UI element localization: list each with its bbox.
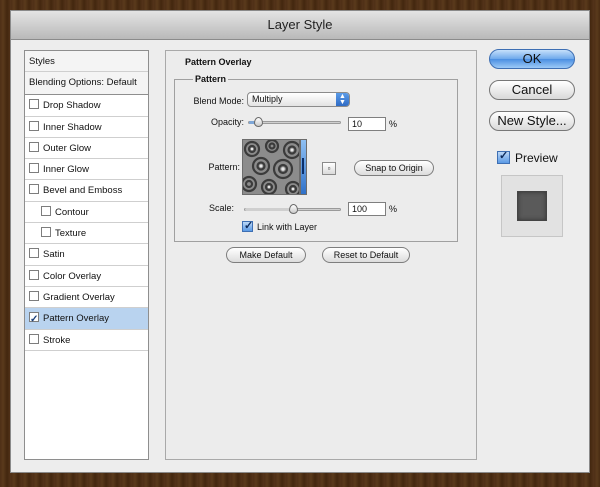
select-arrows-icon: ▲ ▼ — [336, 93, 349, 106]
style-checkbox[interactable] — [29, 99, 39, 110]
style-checkbox[interactable] — [41, 227, 51, 238]
style-checkbox[interactable] — [29, 309, 39, 330]
scale-label: Scale: — [208, 203, 234, 213]
style-item-satin[interactable]: Satin — [25, 244, 148, 266]
link-with-layer[interactable]: Link with Layer — [242, 219, 318, 232]
style-item-label: Contour — [55, 206, 89, 218]
style-item-inner-glow[interactable]: Inner Glow — [25, 159, 148, 181]
style-item-label: Pattern Overlay — [43, 313, 109, 325]
scale-slider-thumb[interactable] — [289, 204, 298, 214]
style-item-label: Inner Shadow — [43, 121, 102, 133]
preview-label: Preview — [515, 151, 558, 165]
opacity-input[interactable]: 10 — [348, 117, 386, 131]
style-item-color-overlay[interactable]: Color Overlay — [25, 266, 148, 287]
styles-header[interactable]: Styles — [25, 51, 148, 73]
scale-fill — [245, 208, 293, 211]
style-checkbox[interactable] — [29, 141, 39, 152]
create-preset-icon[interactable]: ▫ — [322, 162, 336, 175]
style-checkbox[interactable] — [29, 333, 39, 344]
scale-percent: % — [389, 204, 398, 214]
layer-style-dialog: Layer Style Styles Blending Options: Def… — [10, 10, 590, 473]
style-item-label: Gradient Overlay — [43, 291, 115, 303]
pattern-overlay-panel: Pattern Overlay Pattern Blend Mode: Mult… — [165, 50, 477, 460]
style-item-label: Stroke — [43, 334, 71, 346]
style-item-gradient-overlay[interactable]: Gradient Overlay — [25, 287, 148, 309]
style-item-label: Satin — [43, 249, 65, 261]
group-title: Pattern — [193, 74, 229, 84]
blending-options[interactable]: Blending Options: Default — [25, 72, 148, 96]
style-checkbox[interactable] — [29, 163, 39, 174]
style-item-inner-shadow[interactable]: Inner Shadow — [25, 117, 148, 138]
pattern-picker-dropdown[interactable] — [300, 139, 307, 195]
pattern-label: Pattern: — [208, 162, 240, 172]
opacity-slider-thumb[interactable] — [254, 117, 263, 127]
style-item-label: Inner Glow — [43, 164, 89, 176]
blend-mode-value: Multiply — [252, 94, 283, 104]
snap-to-origin-button[interactable]: Snap to Origin — [354, 160, 434, 176]
style-item-label: Texture — [55, 228, 87, 240]
opacity-slider[interactable] — [248, 117, 341, 127]
make-default-button[interactable]: Make Default — [226, 247, 306, 263]
style-item-contour[interactable]: Contour — [25, 202, 148, 224]
preview-toggle[interactable]: Preview — [497, 149, 558, 165]
link-checkbox[interactable] — [242, 219, 253, 232]
section-title: Pattern Overlay — [185, 57, 252, 67]
style-item-label: Color Overlay — [43, 270, 102, 282]
style-checkbox[interactable] — [29, 184, 39, 195]
link-label: Link with Layer — [257, 222, 318, 232]
style-item-label: Drop Shadow — [43, 100, 101, 112]
preview-swatch — [517, 191, 547, 221]
style-item-stroke[interactable]: Stroke — [25, 330, 148, 351]
style-item-label: Outer Glow — [43, 142, 92, 154]
pattern-preview — [243, 140, 299, 194]
scale-input[interactable]: 100 — [348, 202, 386, 216]
style-checkbox[interactable] — [29, 290, 39, 301]
style-checkbox[interactable] — [29, 248, 39, 259]
style-preview — [501, 175, 563, 237]
new-style-button[interactable]: New Style... — [489, 111, 575, 131]
style-checkbox[interactable] — [41, 205, 51, 216]
opacity-label: Opacity: — [210, 117, 244, 127]
style-checkbox[interactable] — [29, 120, 39, 131]
blend-mode-select[interactable]: Multiply ▲ ▼ — [247, 92, 350, 107]
style-item-outer-glow[interactable]: Outer Glow — [25, 138, 148, 160]
style-item-pattern-overlay[interactable]: Pattern Overlay — [25, 308, 148, 330]
styles-list: Styles Blending Options: Default Drop Sh… — [24, 50, 149, 460]
ok-button[interactable]: OK — [489, 49, 575, 69]
style-checkbox[interactable] — [29, 269, 39, 280]
style-item-texture[interactable]: Texture — [25, 223, 148, 245]
scale-slider[interactable] — [244, 204, 341, 214]
opacity-percent: % — [389, 119, 398, 129]
style-item-bevel-and-emboss[interactable]: Bevel and Emboss — [25, 180, 148, 202]
window-title: Layer Style — [11, 11, 589, 40]
style-item-label: Bevel and Emboss — [43, 185, 123, 197]
reset-to-default-button[interactable]: Reset to Default — [322, 247, 410, 263]
cancel-button[interactable]: Cancel — [489, 80, 575, 100]
preview-checkbox[interactable] — [497, 149, 510, 164]
style-item-drop-shadow[interactable]: Drop Shadow — [25, 95, 148, 117]
blend-mode-label: Blend Mode: — [193, 96, 244, 106]
pattern-swatch[interactable] — [242, 139, 300, 195]
